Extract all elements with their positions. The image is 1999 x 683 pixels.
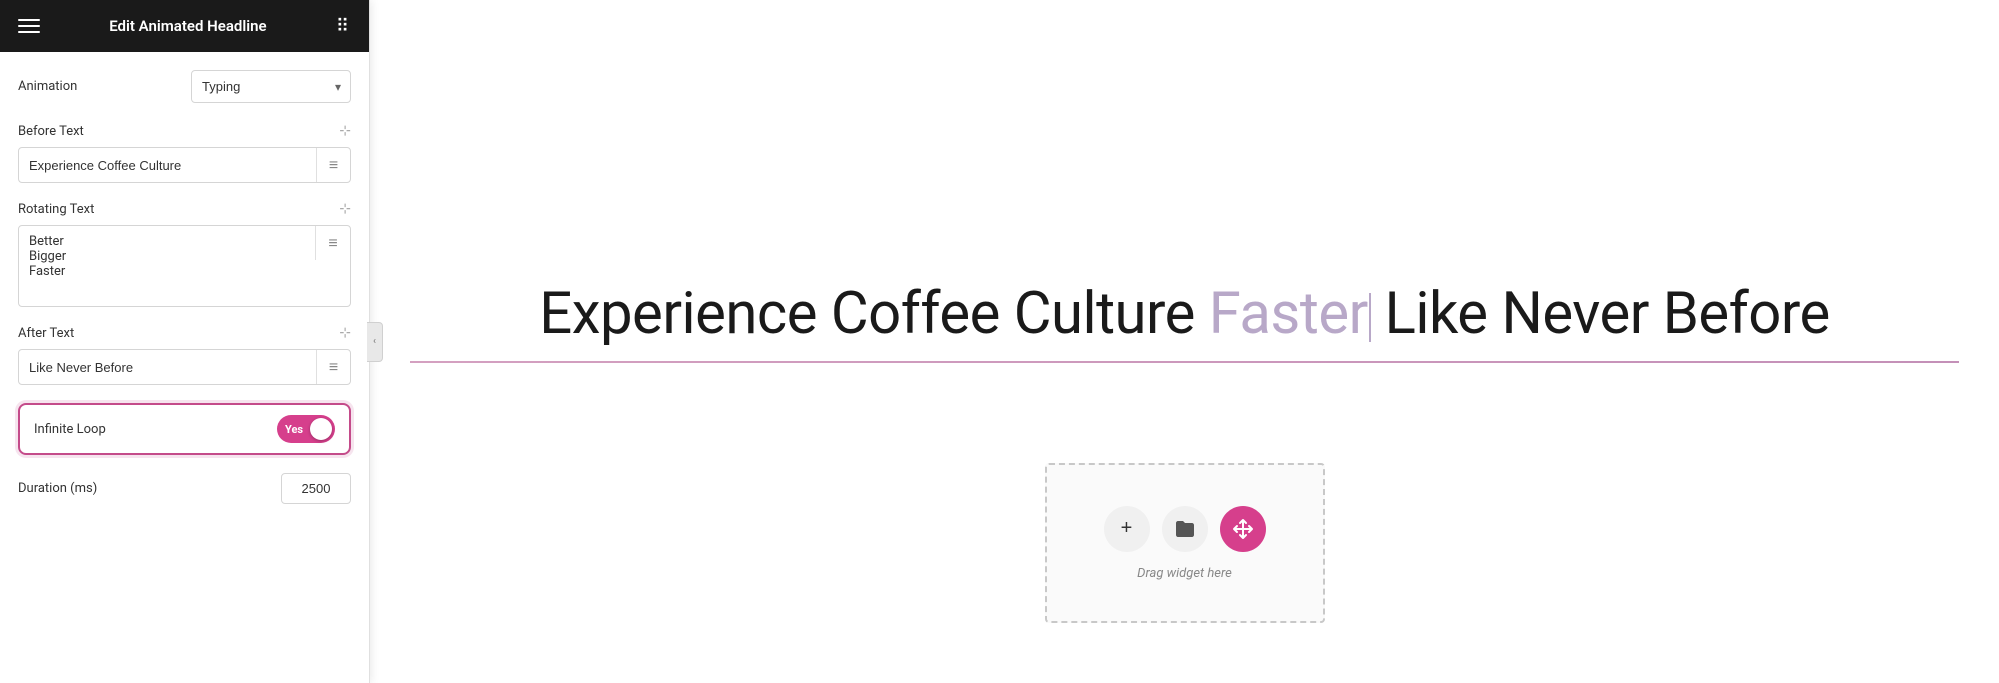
headline-before-text: Experience Coffee Culture: [539, 280, 1195, 348]
rotating-text-list-icon[interactable]: ≡: [316, 226, 350, 260]
infinite-loop-label: Infinite Loop: [34, 422, 106, 437]
rotating-text-label-row: Rotating Text ⊹: [18, 201, 351, 217]
animation-field-row: Animation Typing Highlighted Animated Fl…: [18, 70, 351, 103]
duration-input[interactable]: [281, 473, 351, 504]
drop-zone-buttons: +: [1104, 506, 1266, 552]
infinite-loop-row: Infinite Loop Yes: [18, 403, 351, 455]
drop-zone-label: Drag widget here: [1137, 566, 1232, 581]
panel-collapse-handle[interactable]: ‹: [367, 322, 383, 362]
drop-zone: + Drag widget here: [1045, 463, 1325, 623]
duration-field-row: Duration (ms): [18, 473, 351, 504]
after-text-input-wrapper: ≡: [18, 349, 351, 385]
after-text-list-icon[interactable]: ≡: [316, 350, 350, 384]
rotating-text-label: Rotating Text: [18, 202, 94, 217]
after-text-input[interactable]: [19, 352, 316, 383]
after-text-label-row: After Text ⊹: [18, 325, 351, 341]
add-widget-button[interactable]: +: [1104, 506, 1150, 552]
before-text-field-row: Before Text ⊹ ≡: [18, 123, 351, 183]
rotating-text-textarea[interactable]: Better Bigger Faster: [19, 226, 315, 306]
folder-button[interactable]: [1162, 506, 1208, 552]
before-text-input[interactable]: [19, 150, 316, 181]
before-text-input-wrapper: ≡: [18, 147, 351, 183]
right-panel: Experience Coffee Culture Faster Like Ne…: [370, 0, 1999, 683]
left-panel: Edit Animated Headline ⠿ Animation Typin…: [0, 0, 370, 683]
panel-header: Edit Animated Headline ⠿: [0, 0, 369, 52]
toggle-yes-label: Yes: [285, 423, 303, 436]
canvas-area: Experience Coffee Culture Faster Like Ne…: [370, 0, 1999, 683]
panel-title: Edit Animated Headline: [109, 17, 266, 35]
move-icon: [1232, 518, 1254, 540]
separator-line: [410, 361, 1959, 363]
toggle-knob: [310, 418, 332, 440]
duration-label: Duration (ms): [18, 481, 97, 496]
after-text-field-row: After Text ⊹ ≡: [18, 325, 351, 385]
rotating-text-field-row: Rotating Text ⊹ Better Bigger Faster ≡: [18, 201, 351, 307]
animation-label: Animation: [18, 79, 77, 94]
before-text-label-row: Before Text ⊹: [18, 123, 351, 139]
after-text-dynamic-icon[interactable]: ⊹: [339, 325, 351, 341]
infinite-loop-toggle-container: Yes: [277, 415, 335, 443]
rotating-text-textarea-wrapper: Better Bigger Faster ≡: [18, 225, 351, 307]
panel-body: Animation Typing Highlighted Animated Fl…: [0, 52, 369, 683]
headline-rotating-text: Faster: [1209, 280, 1385, 348]
before-text-dynamic-icon[interactable]: ⊹: [339, 123, 351, 139]
animation-select-wrapper: Typing Highlighted Animated Flipping Lay…: [191, 70, 351, 103]
infinite-loop-toggle[interactable]: Yes: [277, 415, 335, 443]
animated-headline: Experience Coffee Culture Faster Like Ne…: [539, 280, 1830, 350]
rotating-text-dynamic-icon[interactable]: ⊹: [339, 201, 351, 217]
animation-select[interactable]: Typing Highlighted Animated Flipping Lay…: [191, 70, 351, 103]
before-text-list-icon[interactable]: ≡: [316, 148, 350, 182]
hamburger-menu-icon[interactable]: [18, 15, 40, 37]
move-widget-button[interactable]: [1220, 506, 1266, 552]
typing-cursor: [1369, 293, 1371, 342]
after-text-label: After Text: [18, 326, 74, 341]
before-text-label: Before Text: [18, 124, 84, 139]
rotating-text-icon-col: ≡: [315, 226, 350, 260]
grid-icon[interactable]: ⠿: [336, 16, 351, 37]
folder-icon: [1174, 519, 1196, 539]
collapse-icon: ‹: [373, 336, 376, 347]
headline-after-text: Like Never Before: [1385, 280, 1830, 348]
